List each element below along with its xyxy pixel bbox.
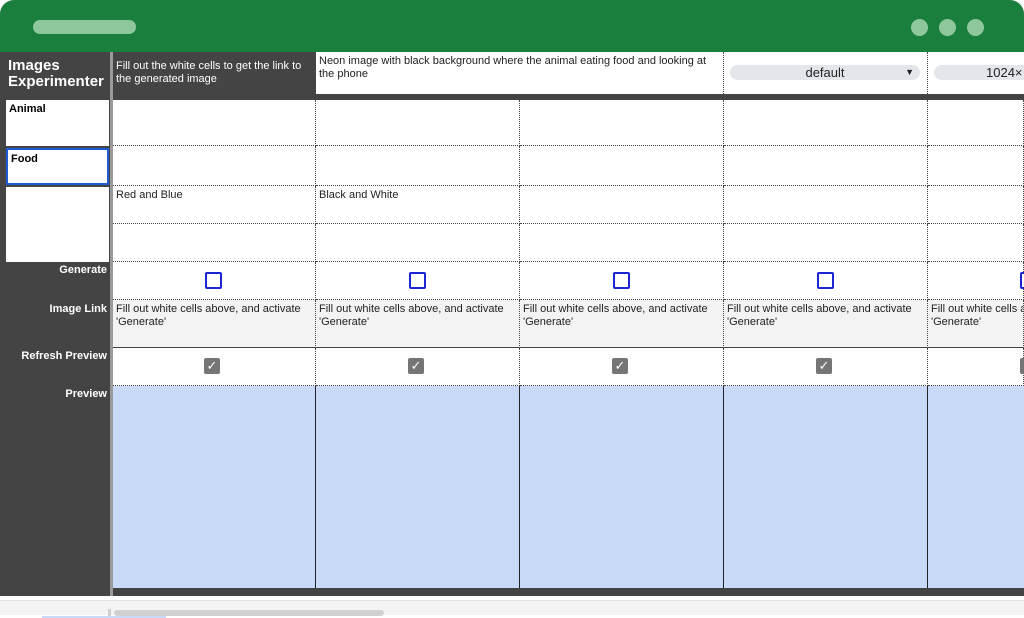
variable-animal-label: Animal xyxy=(9,103,46,115)
instruction-text: Fill out the white cells to get the link… xyxy=(113,52,316,100)
app-title: Images Experimenter xyxy=(8,57,104,90)
window-titlebar xyxy=(0,0,1024,52)
preview-cell-3 xyxy=(520,386,724,588)
generate-cell-5 xyxy=(928,262,1024,300)
generate-checkbox-1[interactable] xyxy=(205,272,222,289)
grid-cell-color-2[interactable]: Black and White xyxy=(316,186,520,224)
refresh-cell-1: ✓ xyxy=(113,348,316,386)
horizontal-scrollbar[interactable] xyxy=(0,600,1024,617)
grid-cell-blank-5[interactable] xyxy=(928,224,1024,262)
grid-cell-animal-1[interactable] xyxy=(113,100,316,146)
grid-cell-food-2[interactable] xyxy=(316,146,520,186)
row-label-preview: Preview xyxy=(65,388,107,400)
image-link-cell-5[interactable]: Fill out white cells a 'Generate' xyxy=(928,300,1024,348)
grid-cell-animal-5[interactable] xyxy=(928,100,1024,146)
refresh-checkbox-2[interactable]: ✓ xyxy=(408,358,424,374)
refresh-checkbox-5[interactable]: ✓ xyxy=(1020,358,1024,374)
grid-cell-food-4[interactable] xyxy=(724,146,928,186)
grid-cell-color-2-text: Black and White xyxy=(319,189,399,201)
window-control-minimize[interactable] xyxy=(911,19,928,36)
check-icon: ✓ xyxy=(410,358,422,373)
refresh-cell-5: ✓ xyxy=(928,348,1024,386)
preview-cell-1 xyxy=(113,386,316,588)
variable-blank-3[interactable] xyxy=(6,187,109,224)
sidebar: Images Experimenter Animal Food Generate… xyxy=(0,52,110,596)
window-title-placeholder xyxy=(33,20,136,34)
row-label-refresh-preview: Refresh Preview xyxy=(21,350,107,362)
image-link-cell-5-line2: 'Generate' xyxy=(931,316,982,328)
generate-checkbox-4[interactable] xyxy=(817,272,834,289)
refresh-cell-2: ✓ xyxy=(316,348,520,386)
check-icon: ✓ xyxy=(614,358,626,373)
row-label-image-link: Image Link xyxy=(49,303,107,315)
grid-cell-food-1[interactable] xyxy=(113,146,316,186)
refresh-checkbox-4[interactable]: ✓ xyxy=(816,358,832,374)
spreadsheet: Images Experimenter Animal Food Generate… xyxy=(0,52,1024,596)
check-icon: ✓ xyxy=(206,358,218,373)
preview-cell-4 xyxy=(724,386,928,588)
grid-bottom-border xyxy=(113,588,1024,596)
image-link-cell-5-line1: Fill out white cells a xyxy=(931,303,1024,315)
grid-cell-color-3[interactable] xyxy=(520,186,724,224)
grid-cell-blank-2[interactable] xyxy=(316,224,520,262)
size-cell: 1024× xyxy=(928,52,1024,94)
prompt-cell[interactable]: Neon image with black background where t… xyxy=(316,52,724,94)
image-link-cell-1[interactable]: Fill out white cells above, and activate… xyxy=(113,300,316,348)
grid-cell-animal-2[interactable] xyxy=(316,100,520,146)
refresh-checkbox-1[interactable]: ✓ xyxy=(204,358,220,374)
preview-cell-2 xyxy=(316,386,520,588)
row-label-generate: Generate xyxy=(59,264,107,276)
image-link-cell-3[interactable]: Fill out white cells above, and activate… xyxy=(520,300,724,348)
generate-checkbox-5[interactable] xyxy=(1020,272,1024,289)
style-cell: default ▼ xyxy=(724,52,928,94)
grid-cell-blank-3[interactable] xyxy=(520,224,724,262)
horizontal-scroll-area xyxy=(0,596,1024,618)
window-control-close[interactable] xyxy=(967,19,984,36)
grid-cell-color-5[interactable] xyxy=(928,186,1024,224)
grid-cell-color-1-text: Red and Blue xyxy=(116,189,183,201)
generate-cell-3 xyxy=(520,262,724,300)
size-select-value: 1024× xyxy=(986,65,1023,80)
grid-cell-color-1[interactable]: Red and Blue xyxy=(113,186,316,224)
variable-blank-4[interactable] xyxy=(6,224,109,262)
window-control-maximize[interactable] xyxy=(939,19,956,36)
check-icon: ✓ xyxy=(818,358,830,373)
grid-cell-food-5[interactable] xyxy=(928,146,1024,186)
size-select[interactable]: 1024× xyxy=(934,65,1024,80)
refresh-cell-3: ✓ xyxy=(520,348,724,386)
generate-cell-4 xyxy=(724,262,928,300)
variable-animal[interactable]: Animal xyxy=(6,100,109,146)
grid-cell-animal-4[interactable] xyxy=(724,100,928,146)
generate-checkbox-2[interactable] xyxy=(409,272,426,289)
generate-checkbox-3[interactable] xyxy=(613,272,630,289)
grid-cell-blank-1[interactable] xyxy=(113,224,316,262)
variable-food-label: Food xyxy=(11,153,38,165)
image-link-cell-2[interactable]: Fill out white cells above, and activate… xyxy=(316,300,520,348)
grid-cell-color-4[interactable] xyxy=(724,186,928,224)
preview-cell-5 xyxy=(928,386,1024,588)
style-select[interactable]: default ▼ xyxy=(730,65,920,80)
generate-cell-1 xyxy=(113,262,316,300)
style-select-value: default xyxy=(805,65,845,80)
grid-cell-food-3[interactable] xyxy=(520,146,724,186)
grid-cell-blank-4[interactable] xyxy=(724,224,928,262)
refresh-cell-4: ✓ xyxy=(724,348,928,386)
refresh-checkbox-3[interactable]: ✓ xyxy=(612,358,628,374)
caret-down-icon: ▼ xyxy=(905,67,914,77)
image-link-cell-4[interactable]: Fill out white cells above, and activate… xyxy=(724,300,928,348)
variable-food[interactable]: Food xyxy=(6,148,109,185)
grid-cell-animal-3[interactable] xyxy=(520,100,724,146)
generate-cell-2 xyxy=(316,262,520,300)
